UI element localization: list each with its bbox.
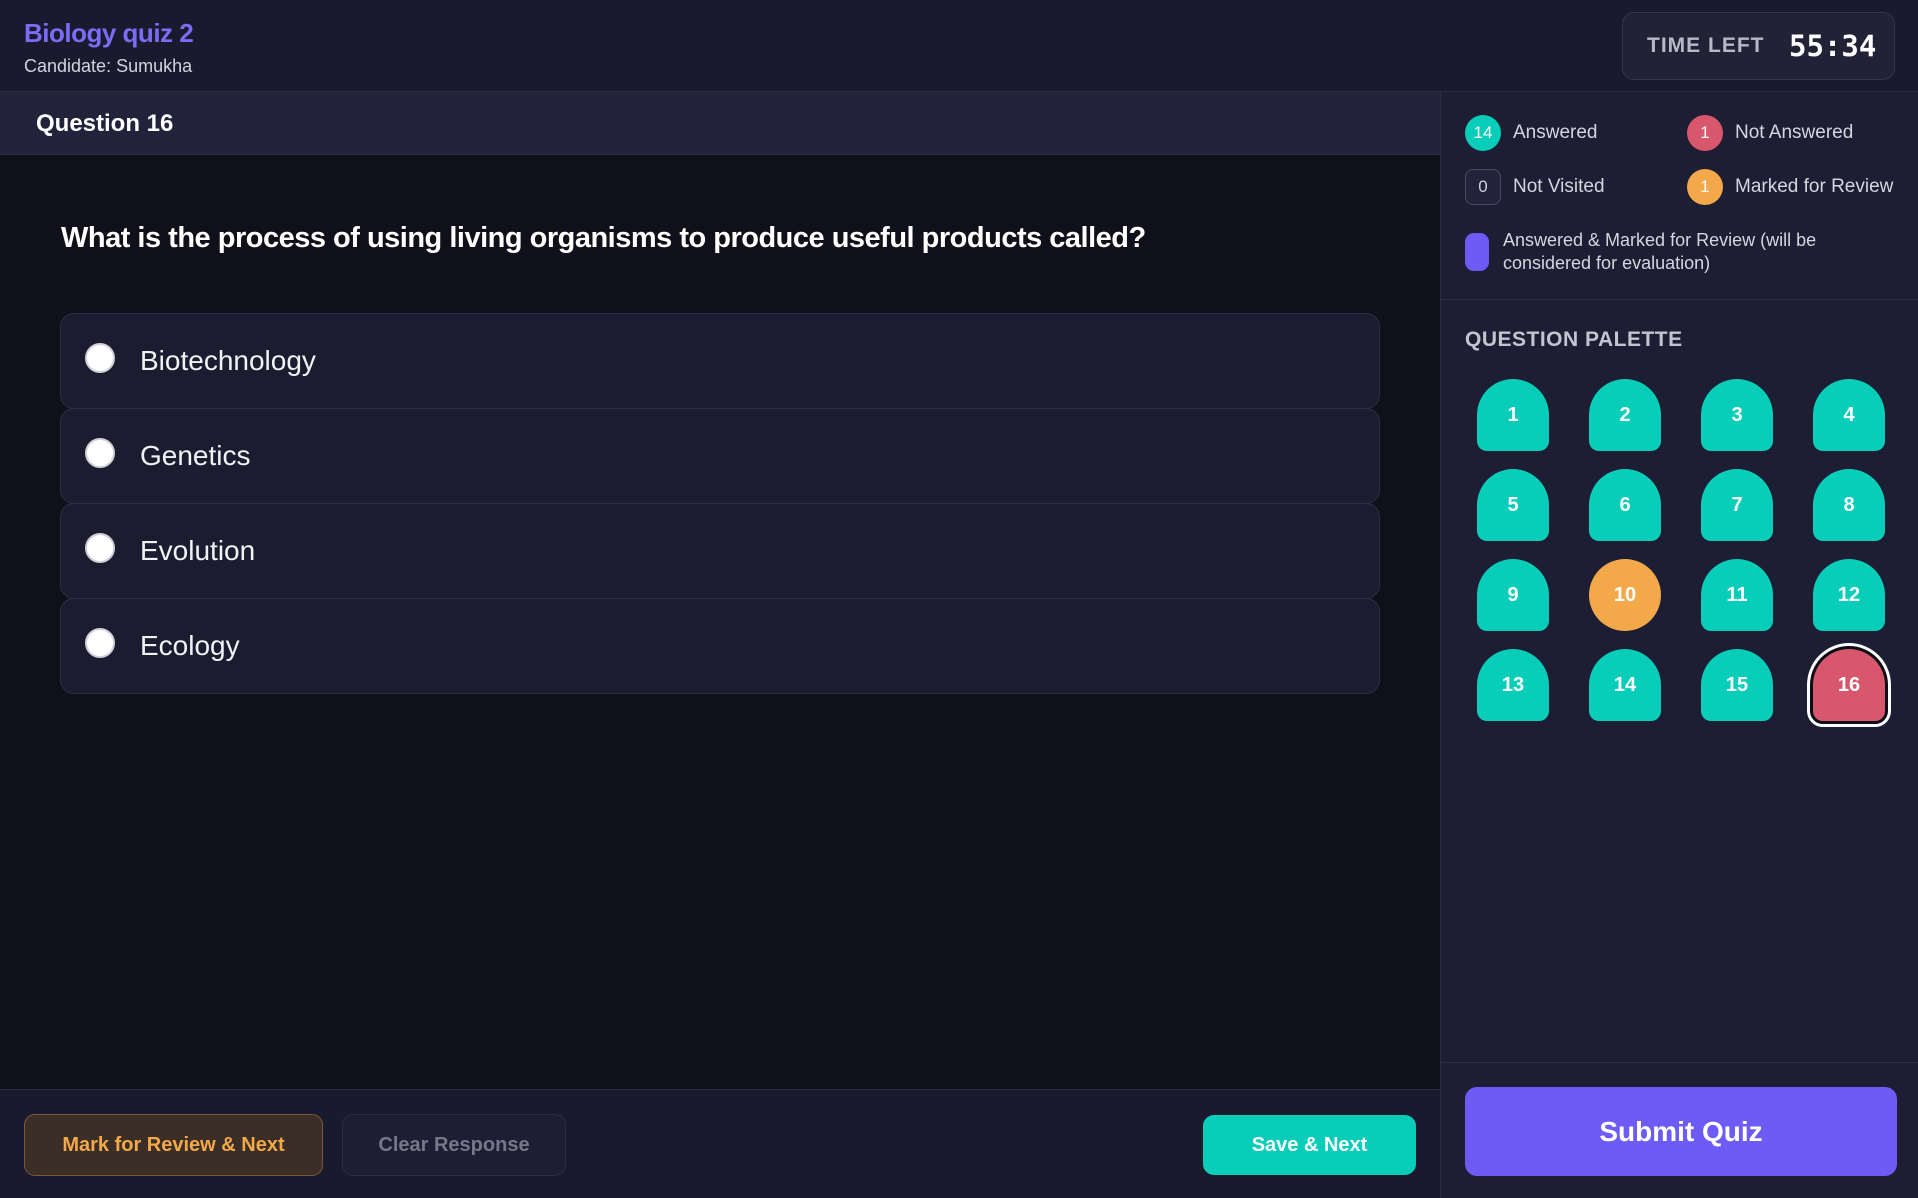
palette-question-11[interactable]: 11 [1701,559,1773,631]
palette-question-1[interactable]: 1 [1477,379,1549,451]
save-next-button[interactable]: Save & Next [1203,1115,1416,1175]
sidebar: 14 Answered 1 Not Answered 0 Not Visited… [1440,92,1918,1198]
legend-not-visited: 0 Not Visited [1465,169,1605,205]
action-bar: Mark for Review & Next Clear Response Sa… [0,1089,1440,1198]
legend-label: Answered [1513,122,1598,143]
radio-button[interactable] [85,533,115,563]
submit-quiz-button[interactable]: Submit Quiz [1465,1087,1897,1176]
palette-question-2[interactable]: 2 [1589,379,1661,451]
option-genetics[interactable]: Genetics [60,408,1380,504]
palette-question-4[interactable]: 4 [1813,379,1885,451]
not-visited-count-badge: 0 [1465,169,1501,205]
clear-response-button[interactable]: Clear Response [342,1114,566,1176]
timer-value: 55:34 [1789,29,1877,63]
palette-question-3[interactable]: 3 [1701,379,1773,451]
candidate-name: Candidate: Sumukha [24,56,193,76]
legend-label: Not Answered [1735,122,1854,143]
palette-question-10[interactable]: 10 [1589,559,1661,631]
question-number: Question 16 [36,110,174,137]
legend-answered-marked: Answered & Marked for Review (will be co… [1465,229,1863,275]
palette-question-15[interactable]: 15 [1701,649,1773,721]
legend-label: Not Visited [1513,176,1605,197]
radio-button[interactable] [85,438,115,468]
submit-area: Submit Quiz [1441,1062,1918,1198]
palette-question-8[interactable]: 8 [1813,469,1885,541]
answered-count-badge: 14 [1465,115,1501,151]
radio-button[interactable] [85,628,115,658]
not-answered-count-badge: 1 [1687,115,1723,151]
status-legend: 14 Answered 1 Not Answered 0 Not Visited… [1441,92,1918,300]
legend-marked-review: 1 Marked for Review [1687,169,1893,205]
option-biotechnology[interactable]: Biotechnology [60,313,1380,409]
palette-question-9[interactable]: 9 [1477,559,1549,631]
timer-label: TIME LEFT [1647,34,1765,57]
question-text: What is the process of using living orga… [61,222,1146,254]
palette-question-6[interactable]: 6 [1589,469,1661,541]
question-header: Question 16 [0,92,1440,155]
palette-question-7[interactable]: 7 [1701,469,1773,541]
top-header: Biology quiz 2 Candidate: Sumukha TIME L… [0,0,1918,92]
option-ecology[interactable]: Ecology [60,598,1380,694]
palette-question-13[interactable]: 13 [1477,649,1549,721]
option-label: Ecology [140,630,240,661]
option-evolution[interactable]: Evolution [60,503,1380,599]
legend-label: Marked for Review [1735,176,1894,197]
legend-label: Answered & Marked for Review (will be co… [1503,230,1817,273]
palette-title: QUESTION PALETTE [1465,328,1683,351]
radio-button[interactable] [85,343,115,373]
answered-marked-swatch [1465,233,1489,271]
legend-answered: 14 Answered [1465,115,1598,151]
palette-question-12[interactable]: 12 [1813,559,1885,631]
timer-box: TIME LEFT 55:34 [1622,12,1895,80]
option-label: Biotechnology [140,345,316,376]
palette-question-5[interactable]: 5 [1477,469,1549,541]
option-label: Genetics [140,440,251,471]
marked-review-count-badge: 1 [1687,169,1723,205]
mark-review-next-button[interactable]: Mark for Review & Next [24,1114,323,1176]
option-label: Evolution [140,535,256,566]
palette-question-16[interactable]: 16 [1807,643,1891,727]
answer-options: Biotechnology Genetics Evolution Ecology [60,313,1380,694]
legend-not-answered: 1 Not Answered [1687,115,1853,151]
quiz-title: Biology quiz 2 [24,18,194,48]
palette-question-14[interactable]: 14 [1589,649,1661,721]
